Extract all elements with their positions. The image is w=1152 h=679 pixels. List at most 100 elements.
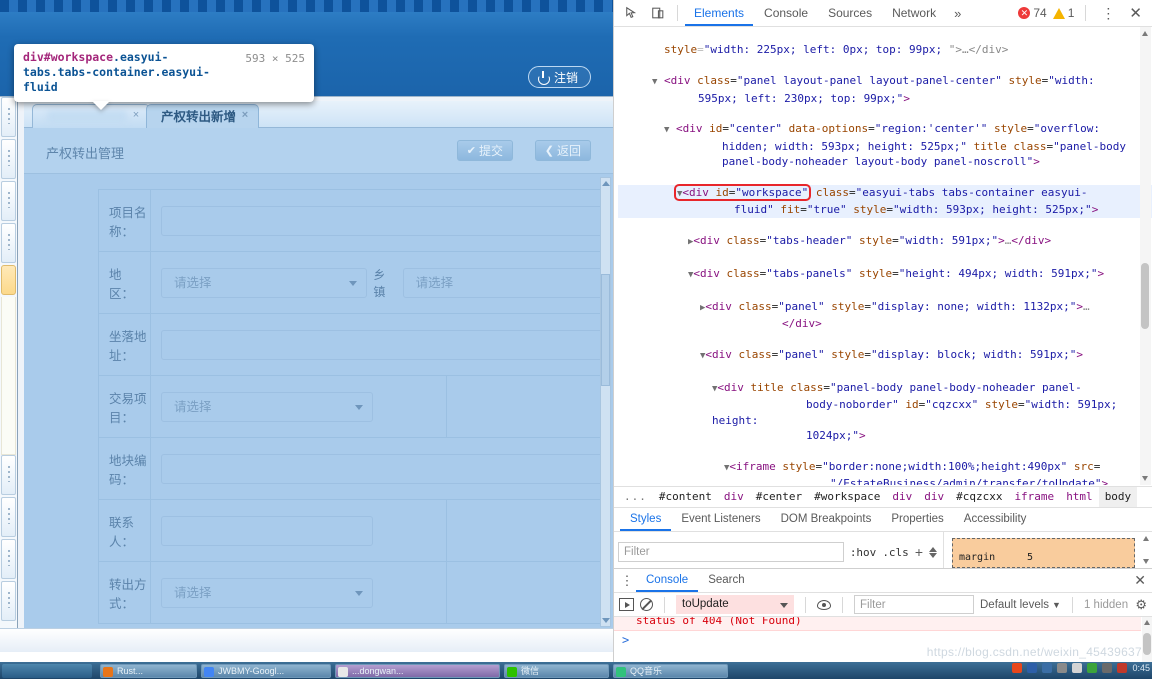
township-select[interactable]: 请选择 (402, 267, 609, 298)
start-button[interactable] (2, 664, 92, 678)
tab-network[interactable]: Network (883, 0, 945, 26)
tray-icon[interactable] (1117, 663, 1128, 673)
clear-console-icon[interactable] (640, 598, 653, 611)
accordion-item[interactable] (1, 497, 16, 537)
cls-toggle[interactable]: .cls (882, 546, 909, 559)
tab-console[interactable]: Console (755, 0, 817, 26)
drawer-tab-search[interactable]: Search (698, 569, 754, 592)
taskbar-item[interactable]: JWBMY-Googl... (201, 664, 331, 678)
tab-event-listeners[interactable]: Event Listeners (671, 508, 770, 531)
address-input[interactable] (160, 329, 609, 360)
tray-icon[interactable] (1102, 663, 1113, 673)
trade-project-select[interactable]: 请选择 (160, 391, 373, 422)
page-tab-active[interactable]: 产权转出新增 × (146, 104, 260, 128)
scroll-up-icon[interactable] (1142, 31, 1148, 36)
breadcrumb-item-iframe[interactable]: iframe (1008, 487, 1060, 507)
breadcrumb-item-workspace[interactable]: #workspace (808, 487, 886, 507)
tab-properties[interactable]: Properties (881, 508, 953, 531)
breadcrumb-item-html[interactable]: html (1060, 487, 1099, 507)
scroll-up-icon[interactable] (1143, 536, 1149, 541)
box-model[interactable]: margin 5 (944, 532, 1152, 568)
devtools-menu-icon[interactable]: ⋮ (1097, 5, 1119, 22)
hov-toggle[interactable]: :hov (850, 546, 877, 559)
tray-clock[interactable]: 0:45 (1132, 663, 1150, 673)
tab-dom-breakpoints[interactable]: DOM Breakpoints (771, 508, 882, 531)
dom-line[interactable]: ▶<div class="tabs-header" style="width: … (618, 233, 1152, 250)
console-error-message[interactable]: status of 404 (Not Found) (614, 617, 1141, 631)
console-filter-input[interactable]: Filter (854, 595, 974, 614)
accordion-item[interactable] (1, 181, 16, 221)
accordion-item[interactable] (1, 581, 16, 621)
sidebar-accordion[interactable] (0, 97, 18, 637)
breadcrumb-item-div3[interactable]: div (918, 487, 950, 507)
dom-tree-scrollbar[interactable] (1140, 27, 1151, 485)
dom-line[interactable]: ▶<div class="panel" style="display: none… (618, 299, 1152, 332)
transfer-mode-select[interactable]: 请选择 (160, 577, 373, 608)
project-name-input[interactable] (160, 205, 609, 236)
breadcrumb-item-content[interactable]: #content (653, 487, 718, 507)
dom-line-selected-ancestor[interactable]: ▼<div id="workspace" class="easyui-tabs … (618, 184, 1152, 218)
taskbar-item[interactable]: QQ音乐 (613, 664, 728, 678)
submit-button[interactable]: ✔ 提交 (456, 140, 513, 161)
taskbar-item[interactable]: 微信 (504, 664, 609, 678)
styles-filter-input[interactable]: Filter (618, 542, 844, 562)
scroll-up-button[interactable] (601, 178, 610, 189)
console-prompt[interactable]: > (622, 633, 629, 647)
dom-line[interactable]: ▼ <div id="center" data-options="region:… (618, 121, 1152, 169)
dom-line[interactable]: ▼<div title class="panel-body panel-body… (618, 380, 1152, 444)
scroll-up-icon[interactable] (1144, 620, 1150, 625)
dom-line[interactable]: ▼<div class="panel" style="display: bloc… (618, 347, 1152, 364)
breadcrumb-overflow[interactable]: ... (618, 487, 653, 507)
breadcrumb-item-cqzcxx[interactable]: #cqzcxx (950, 487, 1008, 507)
tray-icon[interactable] (1057, 663, 1068, 673)
live-expression-icon[interactable] (817, 599, 831, 610)
tab-close-icon[interactable]: × (130, 109, 142, 121)
box-model-margin[interactable]: margin 5 (952, 538, 1135, 568)
tray-icon[interactable] (1027, 663, 1038, 673)
accordion-item-selected[interactable] (1, 265, 16, 295)
scrollbar-thumb[interactable] (1141, 263, 1149, 329)
tab-styles[interactable]: Styles (620, 508, 672, 531)
breadcrumb-item-div2[interactable]: div (886, 487, 918, 507)
dom-line[interactable]: ▼ <div class="panel layout-panel layout-… (618, 73, 1152, 106)
iframe-src-link[interactable]: /EstateBusiness/admin/transfer/toUpdate (837, 477, 1095, 485)
dom-line-partial[interactable]: style="width: 225px; left: 0px; top: 99p… (618, 42, 1152, 57)
execution-context-select[interactable]: toUpdate (676, 595, 794, 614)
dom-tree[interactable]: style="width: 225px; left: 0px; top: 99p… (614, 27, 1152, 485)
region-select[interactable]: 请选择 (160, 267, 368, 298)
tray-icon[interactable] (1012, 663, 1023, 673)
console-levels-select[interactable]: Default levels ▼ (980, 599, 1061, 611)
scroll-down-icon[interactable] (1142, 476, 1148, 481)
breadcrumb-item-body[interactable]: body (1098, 487, 1138, 507)
more-tabs-icon[interactable]: » (947, 6, 968, 21)
breadcrumb-item-div[interactable]: div (718, 487, 750, 507)
gear-icon[interactable]: ⚙ (1135, 597, 1152, 613)
error-count-badge[interactable]: ✕ 74 (1018, 6, 1047, 20)
parcel-code-input[interactable] (160, 453, 609, 484)
form-vertical-scrollbar[interactable] (600, 177, 611, 627)
contact-input[interactable] (160, 515, 373, 546)
console-scrollbar[interactable] (1142, 617, 1152, 663)
close-drawer-icon[interactable]: ✕ (1134, 572, 1152, 589)
tab-accessibility[interactable]: Accessibility (954, 508, 1037, 531)
accordion-item[interactable] (1, 97, 16, 137)
tab-elements[interactable]: Elements (685, 0, 754, 26)
inspect-element-icon[interactable] (620, 2, 644, 24)
tab-close-icon[interactable]: × (239, 109, 251, 121)
device-toolbar-icon[interactable] (646, 2, 670, 24)
taskbar-item-active[interactable]: ...dongwan... (335, 664, 500, 678)
close-devtools-icon[interactable]: ✕ (1125, 4, 1146, 22)
accordion-item[interactable] (1, 539, 16, 579)
accordion-item[interactable] (1, 223, 16, 263)
scroll-down-icon[interactable] (1143, 559, 1149, 564)
scrollbar-thumb[interactable] (1143, 633, 1151, 655)
drawer-tab-console[interactable]: Console (636, 569, 699, 592)
page-tab-blurred[interactable]: × (32, 104, 150, 128)
scroll-down-button[interactable] (601, 615, 610, 626)
box-model-margin-value[interactable]: 5 (1027, 552, 1033, 563)
dom-line[interactable]: ▼<div class="tabs-panels" style="height:… (618, 266, 1152, 283)
taskbar-item[interactable]: Rust... (100, 664, 197, 678)
tab-sources[interactable]: Sources (819, 0, 881, 26)
new-style-rule-icon[interactable]: + (915, 544, 923, 560)
drawer-menu-icon[interactable]: ⋮ (618, 573, 636, 589)
